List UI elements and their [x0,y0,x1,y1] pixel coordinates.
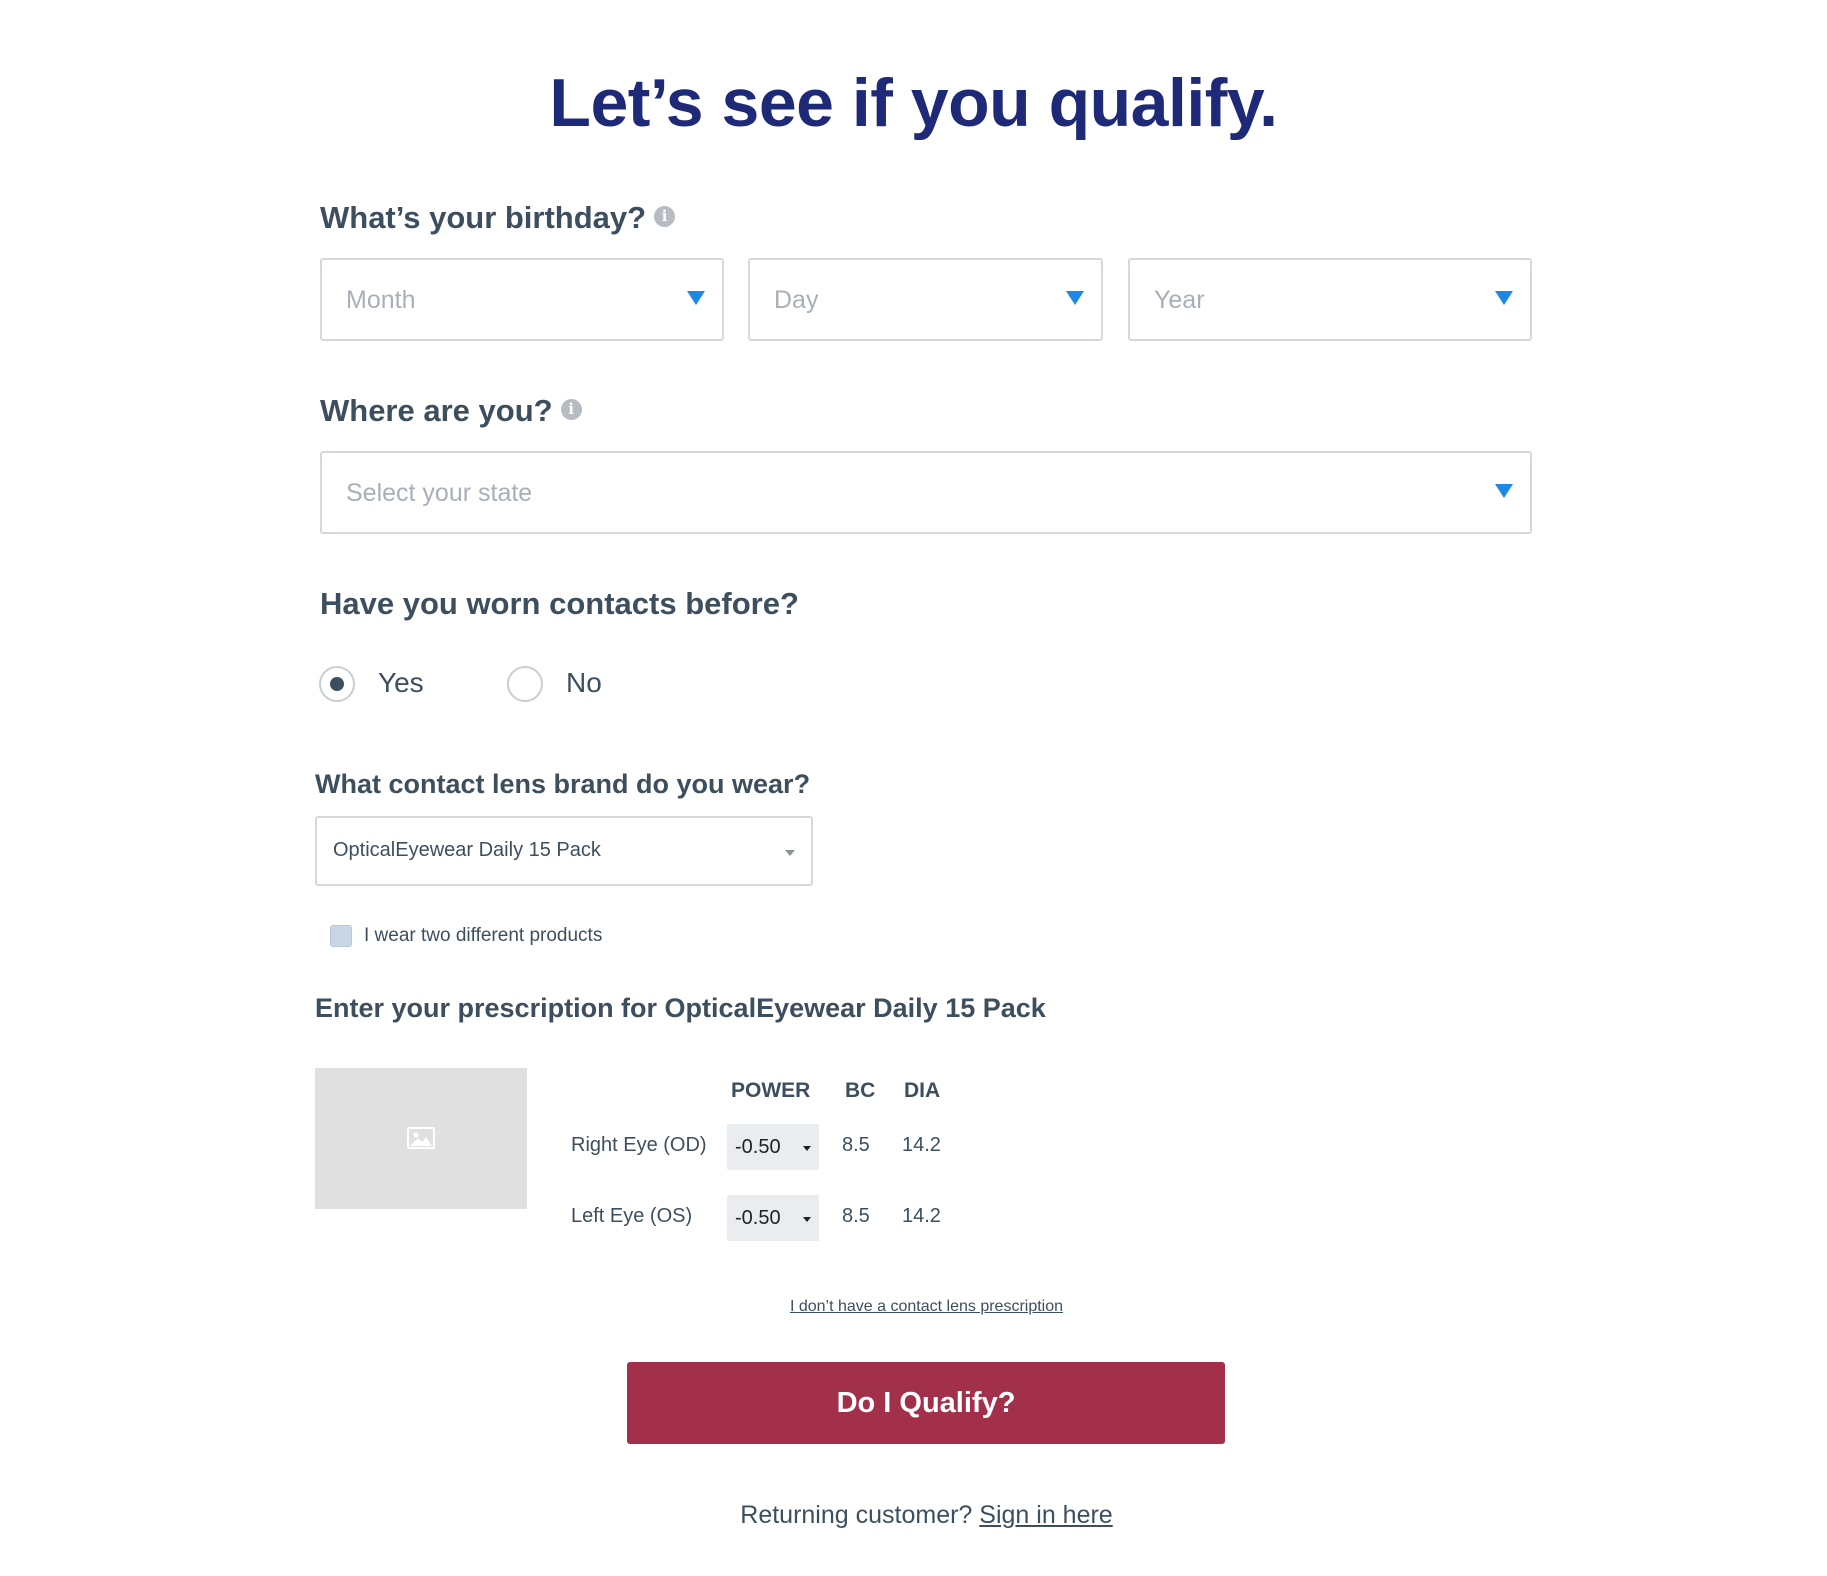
row-eye-label-right: Right Eye (OD) [571,1134,707,1156]
bc-value-left: 8.5 [842,1205,870,1227]
radio-no[interactable] [507,666,543,702]
returning-customer-row: Returning customer? Sign in here [0,1501,1827,1530]
prescription-heading: Enter your prescription for OpticalEyewe… [315,993,1046,1023]
chevron-down-icon [785,850,795,856]
chevron-down-icon [687,291,705,305]
dia-value-left: 14.2 [902,1205,941,1227]
dia-value-right: 14.2 [902,1134,941,1156]
two-products-label[interactable]: I wear two different products [364,925,602,947]
birthday-label-text: What’s your birthday? [320,200,647,235]
page-title: Let’s see if you qualify. [549,65,1278,141]
column-header-dia: DIA [904,1079,941,1102]
no-prescription-link[interactable]: I don’t have a contact lens prescription [790,1298,1063,1315]
column-header-bc: BC [845,1079,876,1102]
returning-customer-text: Returning customer? [740,1501,973,1529]
location-label-text: Where are you? [320,393,553,428]
info-icon[interactable]: i [654,206,676,228]
birth-day-placeholder: Day [774,286,819,314]
birth-month-placeholder: Month [346,286,416,314]
brand-selected-value: OpticalEyewear Daily 15 Pack [333,839,601,861]
chevron-down-icon [1066,291,1084,305]
chevron-down-icon [1495,484,1513,498]
power-value-right: -0.50 [735,1136,781,1158]
power-select-right[interactable]: -0.50 [727,1124,819,1170]
state-select[interactable]: Select your state [320,451,1532,534]
column-header-power: POWER [731,1079,811,1102]
chevron-down-icon [803,1146,811,1151]
birth-year-placeholder: Year [1154,286,1205,314]
radio-yes-label[interactable]: Yes [378,667,424,699]
power-select-left[interactable]: -0.50 [727,1195,819,1241]
two-products-checkbox[interactable] [330,925,352,947]
image-icon [407,1127,435,1149]
row-eye-label-left: Left Eye (OS) [571,1205,693,1227]
radio-yes[interactable] [319,666,355,702]
product-image [315,1068,527,1209]
brand-select[interactable]: OpticalEyewear Daily 15 Pack [315,816,813,886]
brand-label: What contact lens brand do you wear? [315,769,811,799]
sign-in-link[interactable]: Sign in here [979,1501,1112,1529]
birthday-label: What’s your birthday? i [320,200,676,236]
info-icon[interactable]: i [560,399,582,421]
birth-year-select[interactable]: Year [1128,258,1532,341]
location-label: Where are you? i [320,393,582,429]
power-value-left: -0.50 [735,1207,781,1229]
radio-no-label[interactable]: No [566,667,602,699]
chevron-down-icon [803,1217,811,1222]
birth-day-select[interactable]: Day [748,258,1103,341]
do-i-qualify-button[interactable]: Do I Qualify? [627,1362,1225,1444]
chevron-down-icon [1495,291,1513,305]
contacts-before-label: Have you worn contacts before? [320,586,799,621]
state-placeholder: Select your state [346,479,533,507]
bc-value-right: 8.5 [842,1134,870,1156]
radio-selected-dot [330,677,344,691]
no-rx-link-row: I don’t have a contact lens prescription [0,1298,1827,1316]
birth-month-select[interactable]: Month [320,258,724,341]
